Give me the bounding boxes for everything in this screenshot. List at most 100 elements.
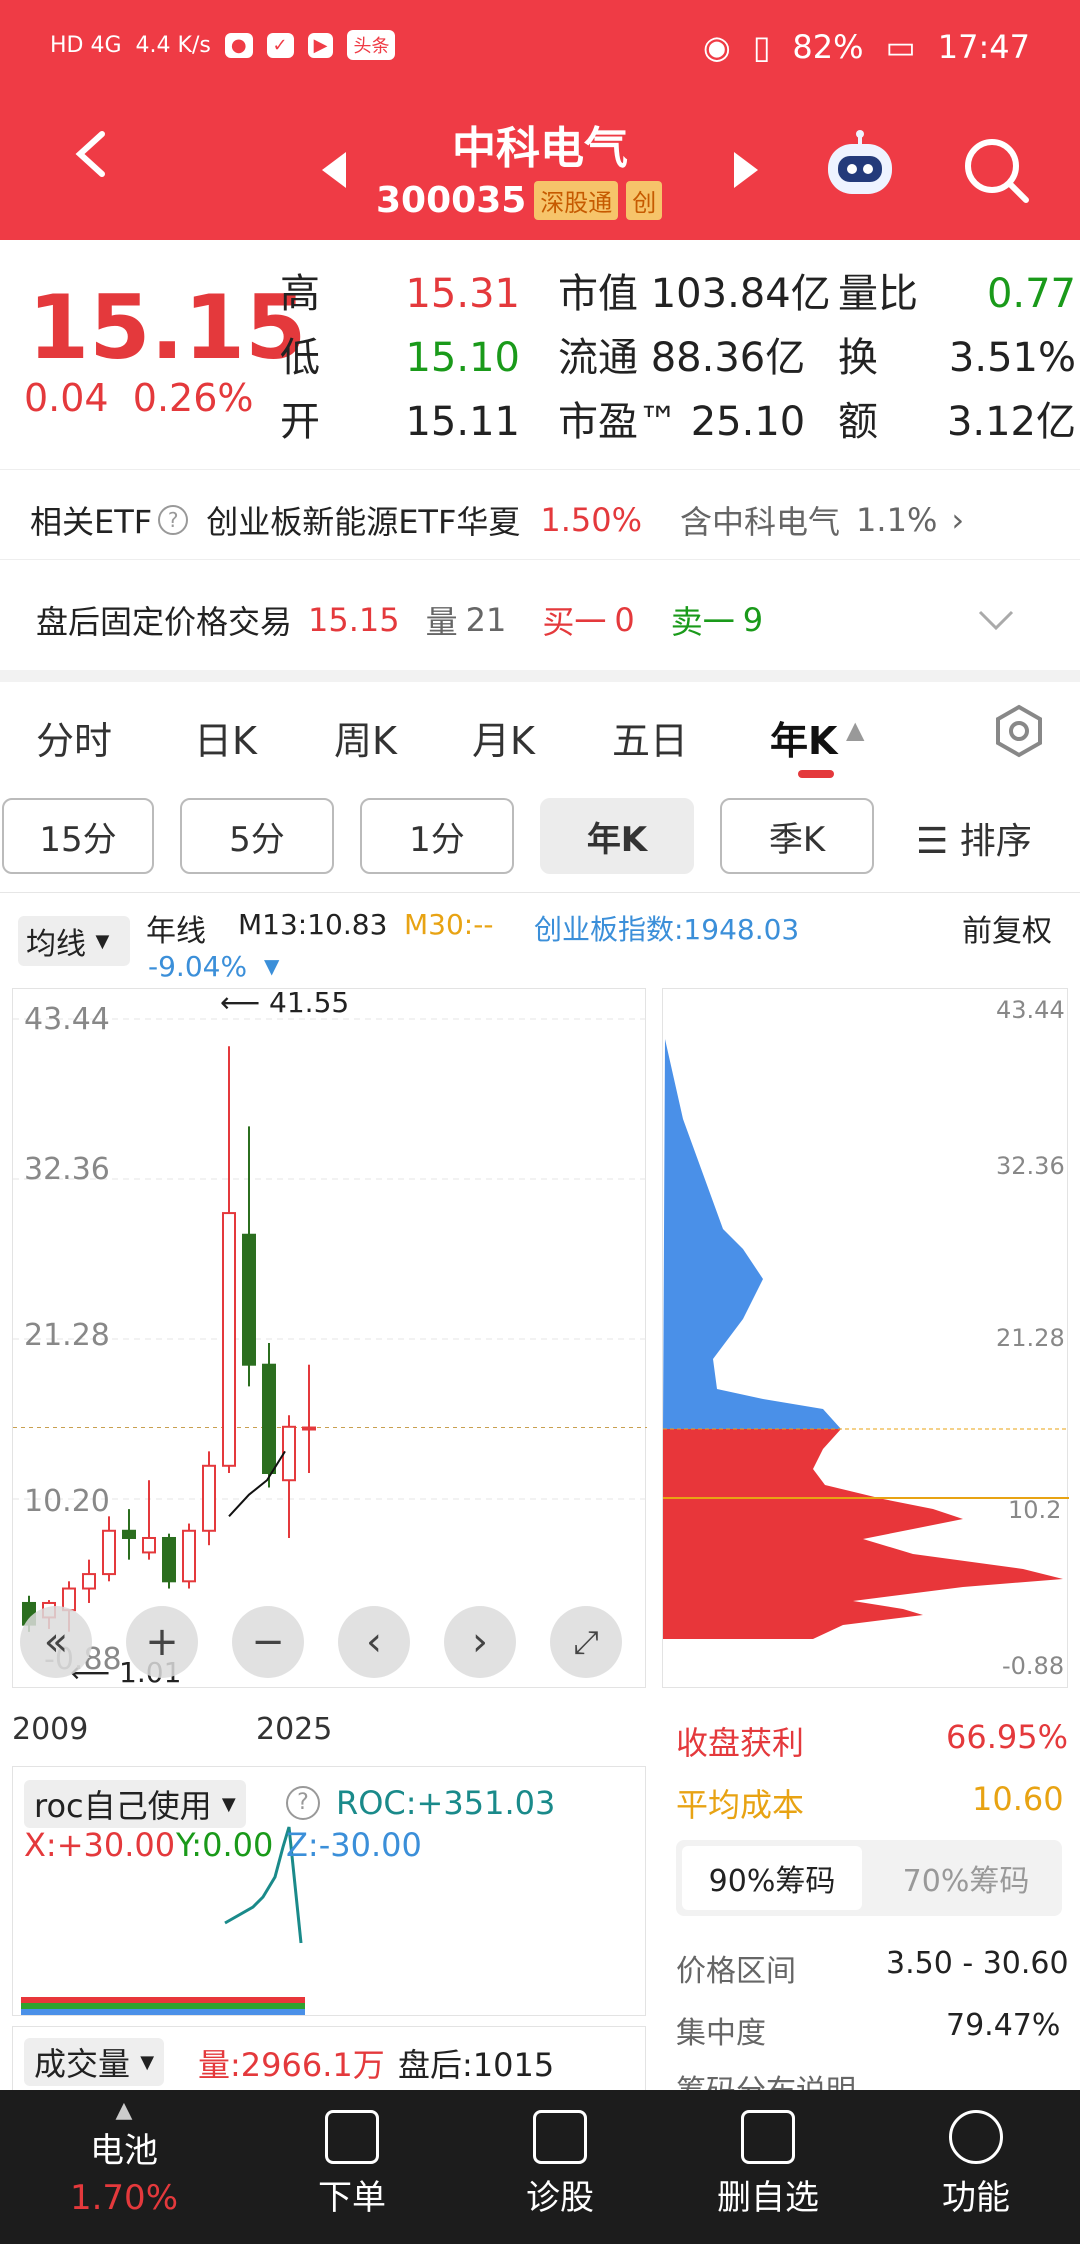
- candle-body: [122, 1529, 136, 1539]
- cost-value: 10.60: [972, 1780, 1064, 1818]
- chevron-right-icon[interactable]: ›: [444, 1606, 516, 1678]
- document-icon: [325, 2110, 379, 2164]
- candle-body: [222, 1212, 236, 1467]
- help-icon[interactable]: ?: [158, 504, 189, 535]
- high-arrow: ⟵ 41.55: [220, 986, 350, 1019]
- bottom-nav: ▲ 电池 1.70% 下单 诊股 删自选 功能: [0, 2090, 1080, 2244]
- btn-5min[interactable]: 5分: [180, 798, 334, 874]
- rewind-icon[interactable]: «: [20, 1606, 92, 1678]
- status-bar: HD 4G 4.4 K/s ● ✓ ▶ 头条 ◉ ▯ 82% ▭ 17:47: [0, 0, 1080, 100]
- stock-name: 中科电气: [452, 123, 628, 174]
- nav-diagnose[interactable]: 诊股: [480, 2110, 640, 2219]
- network-indicator: HD 4G: [50, 32, 122, 58]
- stock-code: 300035: [376, 180, 527, 221]
- candle-body: [302, 1426, 316, 1431]
- tab-day-k[interactable]: 日K: [194, 710, 257, 765]
- tab-five-day[interactable]: 五日: [612, 710, 688, 765]
- settings-hex-icon[interactable]: [994, 704, 1044, 758]
- after-hours-vol: 21: [465, 601, 507, 639]
- nav-remove-watch[interactable]: 删自选: [688, 2110, 848, 2219]
- chevron-right-icon[interactable]: ›: [951, 501, 964, 539]
- clock: 17:47: [937, 28, 1030, 66]
- huawei-icon: ●: [224, 32, 253, 58]
- caret-down-icon: ▼: [95, 930, 110, 952]
- related-etf-row[interactable]: 相关ETF ? 创业板新能源ETF华夏 1.50% 含中科电气 1.1% ›: [0, 480, 1080, 560]
- eye-icon: ◉: [702, 28, 731, 66]
- search-icon[interactable]: [962, 136, 1030, 204]
- cost-label: 平均成本: [676, 1786, 805, 1824]
- candle-body: [102, 1529, 116, 1576]
- index-change: -9.04%: [148, 950, 248, 983]
- robot-assistant-icon[interactable]: [822, 130, 898, 200]
- quote-panel: 15.15 0.04 0.26% 高 15.31 低 15.10 开 15.11 市值…: [0, 240, 1080, 470]
- chip-tabs: 90%筹码 70%筹码: [676, 1840, 1062, 1916]
- adjust-mode[interactable]: 前复权: [962, 906, 1052, 950]
- tab-year-k[interactable]: 年K: [770, 710, 837, 765]
- chip-y-tick: -0.88: [1002, 1652, 1065, 1680]
- buy-label: 买一: [542, 603, 607, 641]
- y-tick: 10.20: [24, 1484, 110, 1519]
- chevron-left-icon[interactable]: ‹: [338, 1606, 410, 1678]
- caret-down-icon[interactable]: ▼: [264, 954, 279, 978]
- connect-tag: 深股通: [534, 181, 619, 220]
- btn-year-k[interactable]: 年K: [540, 798, 694, 874]
- nav-functions[interactable]: 功能: [896, 2110, 1056, 2219]
- menu-icon: ☰: [916, 821, 960, 862]
- chinext-tag: 创: [626, 181, 663, 220]
- next-stock-icon[interactable]: [734, 152, 758, 188]
- chip-y-tick: 21.28: [996, 1324, 1065, 1352]
- x-start: 2009: [12, 1712, 89, 1747]
- tab-90-chip[interactable]: 90%筹码: [682, 1846, 862, 1910]
- roc-x: X:+30.00: [24, 1826, 176, 1864]
- y-tick: 43.44: [24, 1002, 110, 1037]
- after-hours-label: 盘后固定价格交易: [36, 603, 293, 641]
- sort-button[interactable]: ☰ 排序: [916, 812, 1032, 864]
- toutiao-icon: 头条: [347, 30, 396, 60]
- fullscreen-icon[interactable]: ⤢: [550, 1606, 622, 1678]
- y-tick: 32.36: [24, 1152, 110, 1187]
- ma-selector[interactable]: 均线 ▼: [18, 916, 130, 966]
- range-value: 3.50 - 30.60: [886, 1946, 1069, 1981]
- roc-selector[interactable]: roc自己使用 ▼: [24, 1780, 246, 1828]
- sell-one: 9: [742, 601, 764, 639]
- battery-pct: 1.70%: [69, 2178, 178, 2218]
- btn-1min[interactable]: 1分: [360, 798, 514, 874]
- tab-week-k[interactable]: 周K: [334, 710, 397, 765]
- btn-15min[interactable]: 15分: [2, 798, 154, 874]
- volume-selector[interactable]: 成交量 ▼: [24, 2038, 165, 2086]
- roc-z: Z:-30.00: [286, 1826, 422, 1864]
- range-label: 价格区间: [676, 1954, 796, 1989]
- chip-y-tick: 32.36: [996, 1152, 1065, 1180]
- battery-icon: ▭: [885, 28, 916, 66]
- chevron-down-icon[interactable]: [976, 608, 1016, 632]
- etf-weight: 1.1%: [856, 500, 938, 539]
- btn-season-k[interactable]: 季K: [720, 798, 874, 874]
- divider: [0, 892, 1080, 893]
- zoom-out-icon[interactable]: −: [232, 1606, 304, 1678]
- candle-body: [182, 1529, 196, 1583]
- etf-contains: 含中科电气: [680, 502, 841, 541]
- tab-month-k[interactable]: 月K: [472, 710, 535, 765]
- nav-battery[interactable]: ▲ 电池 1.70%: [44, 2098, 204, 2218]
- etf-name[interactable]: 创业板新能源ETF华夏: [206, 497, 520, 543]
- help-icon[interactable]: ?: [286, 1786, 320, 1820]
- ma-line: [228, 1450, 286, 1518]
- caret-up-icon: ▲: [115, 2098, 133, 2123]
- ma-period: 年线: [146, 914, 206, 949]
- shield-icon: ✓: [266, 32, 294, 58]
- buy-one: 0: [614, 601, 635, 639]
- period-tabs: 分时 日K 周K 月K 五日 年K ▲: [0, 680, 1080, 790]
- vol-label: 量: [425, 603, 458, 641]
- candle-body: [242, 1233, 256, 1366]
- candle-body: [202, 1464, 216, 1532]
- tab-fenshi[interactable]: 分时: [36, 710, 112, 765]
- quote-col-1: 高 15.31 低 15.10 开 15.11: [280, 271, 520, 445]
- net-speed: 4.4 K/s: [135, 32, 211, 58]
- ma-m30: M30:--: [404, 908, 494, 941]
- roc-value: ROC:+351.03: [336, 1784, 556, 1822]
- tab-70-chip[interactable]: 70%筹码: [876, 1846, 1056, 1910]
- candle-body: [82, 1573, 96, 1590]
- zoom-in-icon[interactable]: +: [126, 1606, 198, 1678]
- nav-order[interactable]: 下单: [272, 2110, 432, 2219]
- after-hours-row[interactable]: 盘后固定价格交易 15.15 量 21 买一 0 卖一 9: [0, 580, 1080, 660]
